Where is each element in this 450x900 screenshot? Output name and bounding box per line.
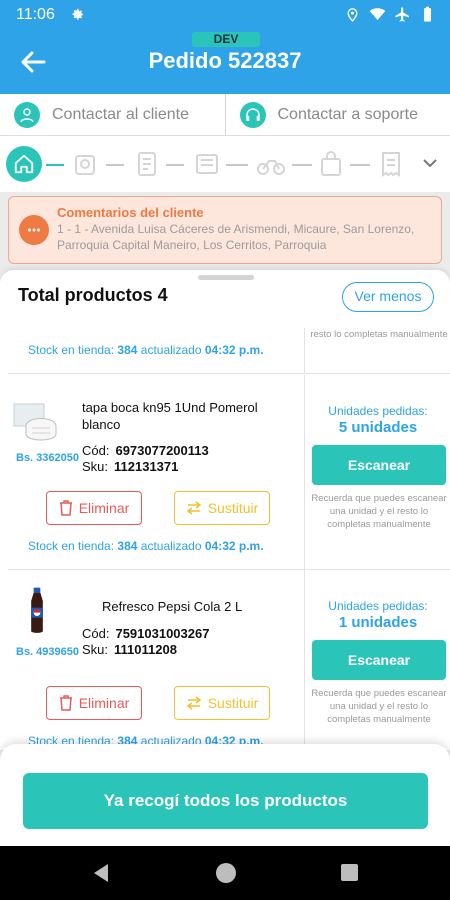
delete-button[interactable]: Eliminar: [46, 686, 142, 720]
headset-icon: [239, 101, 266, 128]
battery-icon: [423, 6, 432, 22]
client-comments-box: Comentarios del cliente 1 - 1 - Avenida …: [8, 196, 442, 264]
settings-icon: [72, 8, 84, 20]
bottom-action-area: Ya recogí todos los productos: [0, 744, 450, 846]
units-ordered-value: 5 unidades: [338, 419, 418, 436]
scan-hint: Recuerda que puedes escanear una unidad …: [311, 493, 447, 530]
order-detail-screen: 11:06 DEV Pedido 522837 Contactar al cli…: [0, 0, 450, 900]
scan-hint: Recuerda que puedes escanear una unidad …: [311, 688, 447, 725]
step-connector: [292, 164, 312, 166]
contact-client-button[interactable]: Contactar al cliente: [0, 94, 225, 135]
product-name: Refresco Pepsi Cola 2 L: [102, 599, 243, 614]
status-time: 11:06: [16, 6, 55, 23]
step-connector: [226, 164, 248, 166]
product-price: Bs. 4939650: [16, 646, 79, 658]
step-invoice-icon: [196, 154, 218, 174]
step-connector: [106, 164, 124, 166]
wifi-icon: [369, 8, 386, 21]
substitute-button[interactable]: Sustituir: [174, 686, 270, 720]
products-total-title: Total productos 4: [18, 285, 168, 305]
product-sku: Sku: 111011208: [82, 642, 177, 657]
substitute-button[interactable]: Sustituir: [174, 491, 270, 525]
page-title: Pedido 522837: [148, 48, 302, 73]
system-nav-bar: [0, 846, 450, 900]
home-icon: [6, 146, 42, 182]
stock-info: Stock en tienda: 384 actualizado 04:32 p…: [28, 343, 264, 357]
units-ordered-value: 1 unidades: [338, 614, 418, 631]
stock-info: Stock en tienda: 384 actualizado 04:32 p…: [28, 539, 264, 553]
contact-support-label: Contactar a soporte: [277, 105, 419, 123]
contact-client-label: Contactar al cliente: [52, 105, 189, 123]
app-bar: DEV Pedido 522837: [0, 30, 450, 94]
step-document-icon: [138, 152, 156, 176]
trash-icon: [59, 500, 72, 516]
contact-support-button[interactable]: Contactar a soporte: [224, 94, 450, 135]
person-icon: [14, 101, 40, 128]
contact-bar: Contactar al cliente Contactar a soporte: [0, 94, 450, 136]
order-progress-steps: [0, 136, 450, 192]
step-receipt-icon: [382, 152, 400, 177]
products-header: Total productos 4 Ver menos: [0, 270, 450, 328]
step-collect-icon: [75, 155, 95, 175]
trash-icon: [59, 695, 72, 711]
step-motorcycle-icon: [257, 160, 285, 175]
product-price: Bs. 3362050: [16, 452, 79, 464]
scan-button[interactable]: Escanear: [312, 640, 446, 680]
airplane-icon: [395, 7, 409, 22]
units-ordered-label: Unidades pedidas:: [328, 599, 428, 613]
mask-product-image: [13, 403, 57, 441]
product-card: Bs. 3362050 tapa boca kn95 1Und Pomerol …: [8, 375, 450, 570]
delete-button[interactable]: Eliminar: [46, 491, 142, 525]
environment-badge: DEV: [192, 32, 260, 47]
status-bar: 11:06: [0, 0, 450, 30]
product-cod: Cód: 7591031003267: [82, 626, 210, 641]
products-sheet: Total productos 4 Ver menos Stock en tie…: [0, 270, 450, 750]
step-connector: [350, 164, 370, 166]
nav-recent-apps-icon[interactable]: [341, 864, 358, 881]
location-icon: [347, 8, 358, 22]
step-connector: [46, 164, 64, 166]
scan-hint: resto lo completas manualmente: [310, 329, 448, 340]
swap-icon: [186, 501, 201, 515]
chevron-down-icon[interactable]: [422, 156, 438, 170]
chat-bubble-icon: [19, 215, 49, 245]
units-ordered-label: Unidades pedidas:: [328, 404, 428, 418]
soda-bottle-image: [31, 587, 43, 633]
nav-back-icon[interactable]: [92, 863, 110, 883]
product-card: Bs. 4939650 Refresco Pepsi Cola 2 L Cód:…: [8, 570, 450, 750]
product-sku: Sku: 112131371: [82, 459, 179, 474]
step-bag-icon: [321, 151, 341, 176]
nav-home-icon[interactable]: [216, 863, 236, 883]
product-name: tapa boca kn95 1Und Pomerol blanco: [82, 400, 258, 432]
swap-icon: [186, 696, 201, 710]
toggle-products-button[interactable]: Ver menos: [342, 282, 434, 312]
comments-text: 1 - 1 - Avenida Luisa Cáceres de Arismen…: [57, 222, 415, 252]
scan-button[interactable]: Escanear: [312, 445, 446, 485]
product-cod: Cód: 6973077200113: [82, 443, 209, 458]
step-connector: [166, 164, 184, 166]
drag-handle[interactable]: [198, 275, 254, 280]
all-products-collected-button[interactable]: Ya recogí todos los productos: [23, 773, 428, 829]
comments-title: Comentarios del cliente: [57, 205, 204, 220]
